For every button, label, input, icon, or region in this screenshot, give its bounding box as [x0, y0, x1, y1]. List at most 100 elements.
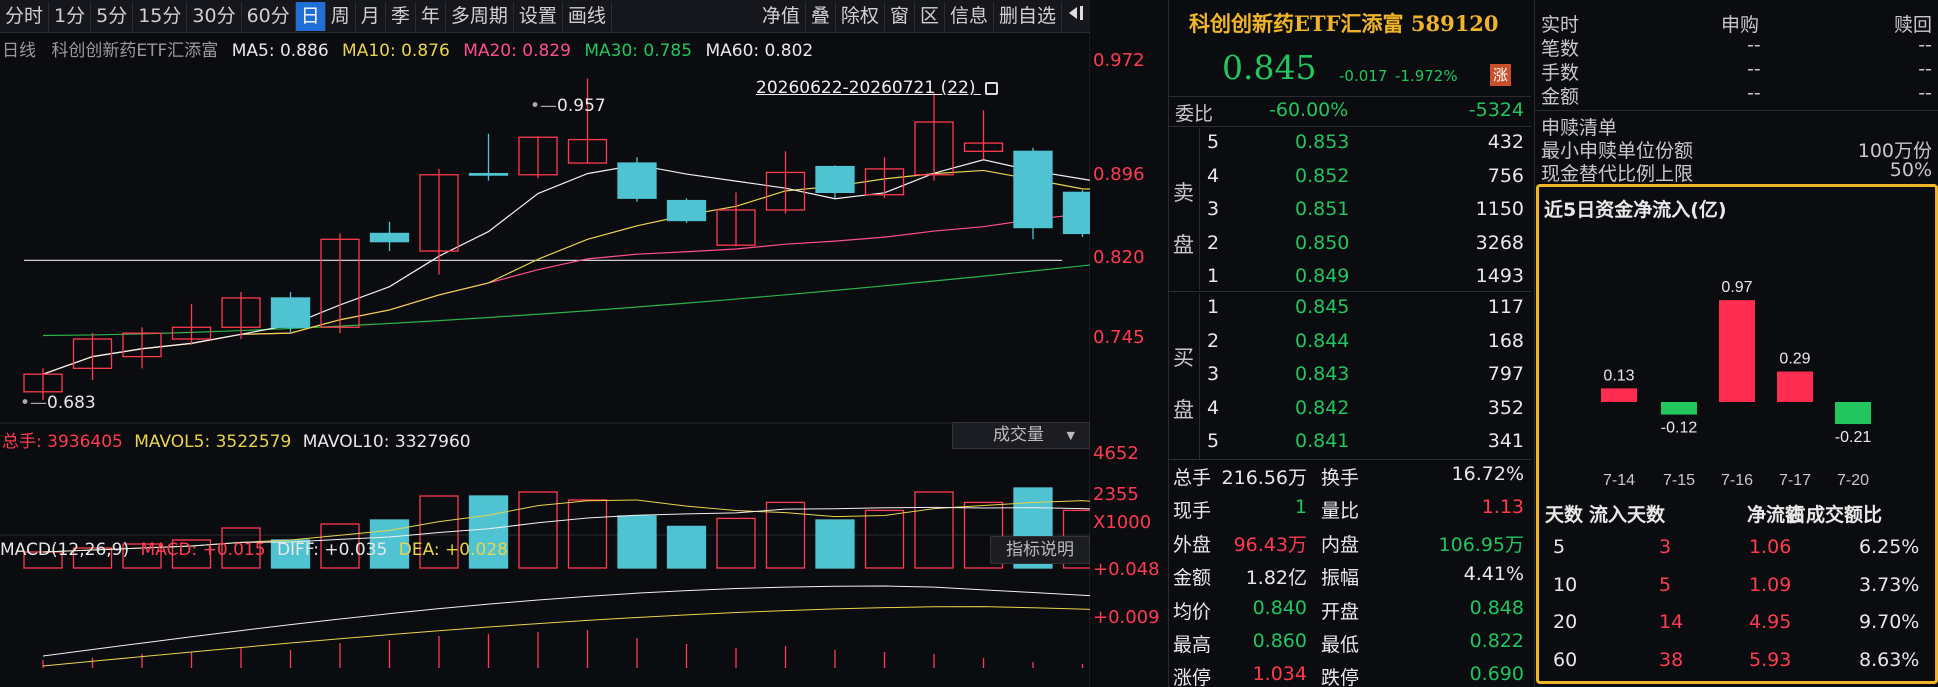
flow-category-label: 7-17 [1779, 472, 1811, 489]
bid-level: 5 [1207, 430, 1220, 452]
buy-label-bottom: 盘 [1173, 398, 1194, 422]
redeem-value: -- [1918, 34, 1932, 56]
price-change-pct: -1.972% [1395, 67, 1458, 85]
period-tab[interactable]: 分时 [0, 1, 50, 31]
macd-axis-tick: +0.009 [1093, 607, 1160, 628]
chart-tool-button[interactable]: 删自选 [994, 1, 1062, 31]
ask-volume: 432 [1487, 131, 1524, 153]
flow-bar [1835, 402, 1871, 425]
candle-body [666, 199, 707, 222]
period-tab[interactable]: 5分 [91, 1, 134, 31]
realtime-row-label: 金额 [1541, 86, 1580, 108]
price-axis-tick: 0.896 [1093, 164, 1145, 185]
period-tab[interactable]: 季 [386, 1, 416, 31]
candle-body [1062, 191, 1090, 235]
indicator-selector[interactable]: 成交量 ▼ [952, 422, 1090, 449]
ask-price[interactable]: 0.851 [1295, 198, 1349, 220]
ask-level: 2 [1207, 231, 1220, 254]
chevron-down-icon: ▼ [1066, 429, 1075, 442]
ask-price[interactable]: 0.850 [1295, 232, 1349, 254]
flow-table-cell: 3 [1659, 536, 1672, 558]
divider [1535, 110, 1938, 111]
period-tab[interactable]: 日 [295, 1, 326, 31]
ask-price[interactable]: 0.852 [1295, 165, 1349, 187]
period-tab[interactable]: 周 [326, 1, 356, 31]
period-tab[interactable]: 设置 [514, 1, 563, 31]
volume-bar [518, 491, 558, 569]
chart-tool-button[interactable]: 叠 [806, 1, 836, 31]
bid-price[interactable]: 0.841 [1295, 430, 1349, 452]
quote-panel: 科创创新药ETF汇添富 589120 0.845 -0.017 -1.972% … [1168, 0, 1531, 687]
flow-table-cell: 20 [1553, 611, 1578, 633]
stat-label: 跌停 [1321, 667, 1360, 687]
stat-value: 1.034 [1252, 663, 1307, 686]
stat-label: 均价 [1173, 600, 1212, 623]
bid-level: 1 [1207, 296, 1220, 318]
stat-label: 涨停 [1173, 667, 1212, 687]
lock-icon[interactable] [984, 82, 998, 95]
buy-side-label: 买 盘 [1173, 332, 1197, 436]
stat-label: 外盘 [1173, 533, 1212, 556]
period-label: 日线 [2, 41, 36, 61]
divider [1199, 293, 1200, 459]
dea-value: DEA: +0.028 [398, 540, 508, 560]
sell-label-bottom: 盘 [1173, 233, 1194, 257]
subscribe-value: -- [1747, 58, 1761, 80]
candle-body [270, 297, 311, 328]
chart-tools: 净值叠除权窗区信息 删自选 [757, 1, 1062, 31]
divider [1199, 128, 1200, 290]
bid-price[interactable]: 0.845 [1295, 296, 1349, 318]
ask-level: 5 [1207, 131, 1220, 153]
period-tab[interactable]: 30分 [187, 1, 242, 31]
ask-price[interactable]: 0.849 [1295, 265, 1349, 287]
chart-tool-button[interactable]: 信息 [945, 1, 994, 31]
flow-bar-label: 0.29 [1779, 351, 1810, 368]
volume-bar [567, 499, 608, 569]
stat-label: 内盘 [1321, 533, 1360, 556]
period-tab[interactable]: 多周期 [446, 1, 514, 31]
volume-bar [666, 525, 707, 569]
period-tab[interactable]: 年 [416, 1, 446, 31]
flow-table-cell: 10 [1553, 573, 1578, 596]
subscribe-value: -- [1747, 82, 1761, 104]
kline-svg[interactable] [0, 33, 1090, 687]
bid-price[interactable]: 0.843 [1295, 363, 1349, 385]
stat-label: 量比 [1321, 500, 1360, 523]
bid-level: 4 [1207, 396, 1220, 419]
collapse-right-icon[interactable] [1062, 2, 1090, 31]
bid-price[interactable]: 0.844 [1295, 330, 1349, 352]
total-volume: 总手: 3936405 [2, 432, 123, 452]
kline-chart-area[interactable]: 日线 科创创新药ETF汇添富 MA5: 0.886 MA10: 0.876 MA… [0, 33, 1160, 687]
period-tab[interactable]: 1分 [49, 1, 92, 31]
chart-tool-button[interactable]: 区 [915, 1, 945, 31]
date-range-label[interactable]: 20260622-20260721 (22) [756, 78, 998, 98]
period-tab[interactable]: 画线 [563, 1, 612, 31]
flow-table-cell: 5 [1553, 536, 1566, 558]
flow-table-header: 天数 [1545, 504, 1584, 526]
volume-axis-tick: 4652 [1093, 443, 1139, 464]
indicator-help-button[interactable]: 指标说明 [990, 536, 1090, 564]
weibi-value: -5324 [1468, 99, 1524, 121]
period-tab[interactable]: 60分 [242, 1, 296, 31]
bid-price[interactable]: 0.842 [1295, 397, 1349, 419]
mavol10: MAVOL10: 3327960 [302, 432, 471, 452]
flow-category-label: 7-15 [1663, 472, 1695, 489]
ask-price[interactable]: 0.853 [1295, 131, 1349, 153]
chart-tool-button[interactable]: 净值 [757, 1, 806, 31]
diff-value: DIFF: +0.035 [276, 540, 388, 560]
stat-value: 0.860 [1252, 630, 1307, 652]
chart-tool-button[interactable]: 窗 [885, 1, 915, 31]
chart-tool-button[interactable]: 除权 [836, 1, 885, 31]
ma60-value: MA60: 0.802 [705, 41, 814, 61]
realtime-row-label: 笔数 [1541, 38, 1580, 60]
high-marker: •—0.957 [530, 96, 606, 116]
period-tab[interactable]: 月 [356, 1, 386, 31]
flow-table-cell: 60 [1553, 648, 1578, 671]
bid-level: 2 [1207, 329, 1220, 352]
price-axis-tick: 0.820 [1093, 247, 1145, 268]
redeem-value: -- [1918, 58, 1932, 80]
volume-bar [864, 509, 905, 569]
ma30-value: MA30: 0.785 [584, 41, 693, 61]
stat-value: 0.848 [1469, 596, 1524, 619]
period-tab[interactable]: 15分 [133, 1, 188, 31]
